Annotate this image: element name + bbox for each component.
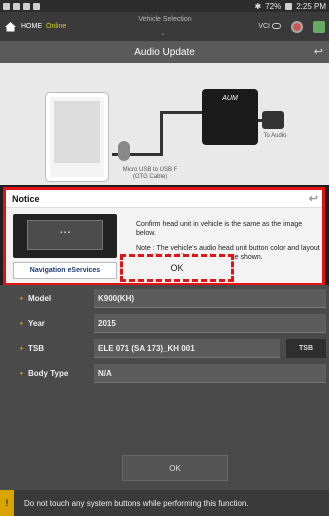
- usb-connector: [118, 141, 130, 161]
- aum-label: AUM: [222, 95, 238, 102]
- model-row: Model K900(KH): [0, 287, 329, 310]
- notification-icon: [13, 2, 20, 10]
- year-row: Year 2015: [0, 312, 329, 335]
- aum-device: AUM: [202, 89, 258, 145]
- warning-bar: ! Do not touch any system buttons while …: [0, 490, 329, 516]
- clock: 2:25 PM: [296, 1, 326, 11]
- form-ok-button[interactable]: OK: [122, 455, 228, 481]
- usb-cable-label: Micro USB to USB F (OTG Cable): [120, 167, 180, 181]
- home-icon: [5, 22, 16, 32]
- notice-confirm-text: Confirm head unit in vehicle is the same…: [136, 221, 303, 237]
- body-type-field[interactable]: N/A: [94, 364, 326, 383]
- notice-title: Notice: [12, 193, 40, 204]
- cable: [160, 111, 163, 156]
- title-bar: Audio Update ↩: [0, 41, 329, 63]
- body-type-label: Body Type: [0, 369, 94, 378]
- notification-icon: [3, 2, 10, 10]
- top-bar: HOME Online Vehicle Selection ⌄ VCI: [0, 12, 329, 41]
- battery-text: 72%: [265, 1, 282, 11]
- page-title: Audio Update: [134, 46, 195, 58]
- globe-icon[interactable]: [291, 20, 303, 33]
- tsb-row: TSB ELE 071 (SA 173)_KH 001 TSB: [0, 337, 329, 360]
- back-arrow-icon[interactable]: ↩: [309, 192, 318, 205]
- status-icons: [3, 2, 40, 10]
- connection-diagram: AUM To Audio Micro USB to USB F (OTG Cab…: [0, 63, 329, 185]
- tsb-label: TSB: [0, 344, 94, 353]
- body-type-row: Body Type N/A: [0, 362, 329, 385]
- wifi-icon: ✱: [254, 1, 262, 11]
- tablet-image: [46, 93, 108, 181]
- status-right: ✱ 72% 2:25 PM: [254, 2, 326, 11]
- model-label: Model: [0, 294, 94, 303]
- cable: [160, 111, 202, 114]
- tsb-button[interactable]: TSB: [286, 339, 326, 358]
- usb-cable-name: Micro USB to USB F: [122, 167, 178, 173]
- otg-cable-name: (OTG Cable): [132, 174, 168, 180]
- notification-icon: [33, 2, 40, 10]
- vci-toggle-icon: [272, 23, 281, 30]
- topbar-right: VCI: [258, 20, 325, 33]
- warning-icon: !: [0, 490, 14, 516]
- to-audio-label: To Audio: [263, 133, 287, 139]
- head-unit-image: ▪ ▪ ▪: [13, 214, 117, 258]
- vci-label: VCI: [258, 23, 270, 30]
- warning-text: Do not touch any system buttons while pe…: [24, 498, 249, 508]
- connection-icon[interactable]: [313, 20, 325, 33]
- head-unit-screen: ▪ ▪ ▪: [27, 220, 103, 250]
- vehicle-selection-button[interactable]: Vehicle Selection: [110, 16, 220, 23]
- navigation-eservices-button[interactable]: Navigation eServices: [13, 262, 117, 279]
- home-label: HOME: [21, 23, 42, 30]
- home-button[interactable]: HOME: [4, 21, 42, 32]
- online-status: Online: [46, 23, 67, 30]
- year-label: Year: [0, 319, 94, 328]
- model-field[interactable]: K900(KH): [94, 289, 326, 308]
- notice-ok-button[interactable]: OK: [120, 254, 234, 282]
- battery-icon: [285, 2, 293, 10]
- aux-connector: [262, 111, 284, 129]
- tsb-field[interactable]: ELE 071 (SA 173)_KH 001: [94, 339, 280, 358]
- status-bar: ✱ 72% 2:25 PM: [0, 0, 329, 12]
- notice-header: Notice ↩: [6, 190, 322, 208]
- vci-status[interactable]: VCI: [258, 23, 281, 30]
- year-field[interactable]: 2015: [94, 314, 326, 333]
- notification-icon: [23, 2, 30, 10]
- vehicle-form: Model K900(KH) Year 2015 TSB ELE 071 (SA…: [0, 285, 329, 490]
- back-arrow-icon[interactable]: ↩: [314, 45, 323, 58]
- chevron-down-icon[interactable]: ⌄: [160, 29, 166, 37]
